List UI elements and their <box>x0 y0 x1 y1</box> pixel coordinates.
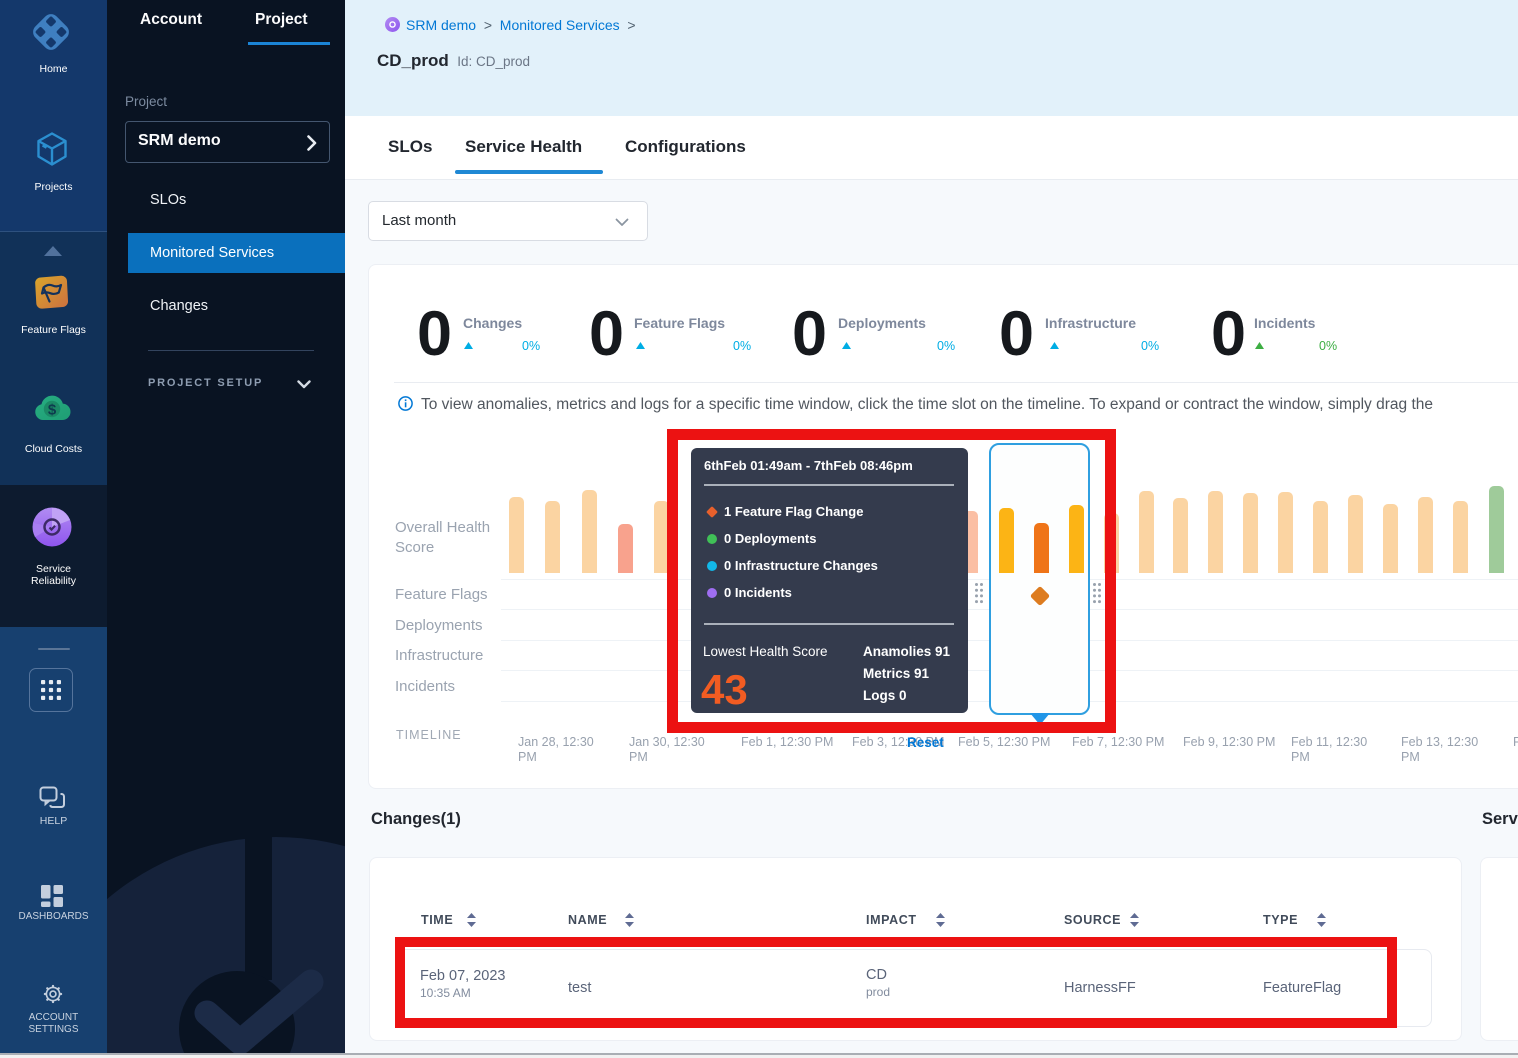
svg-text:$: $ <box>48 402 57 419</box>
